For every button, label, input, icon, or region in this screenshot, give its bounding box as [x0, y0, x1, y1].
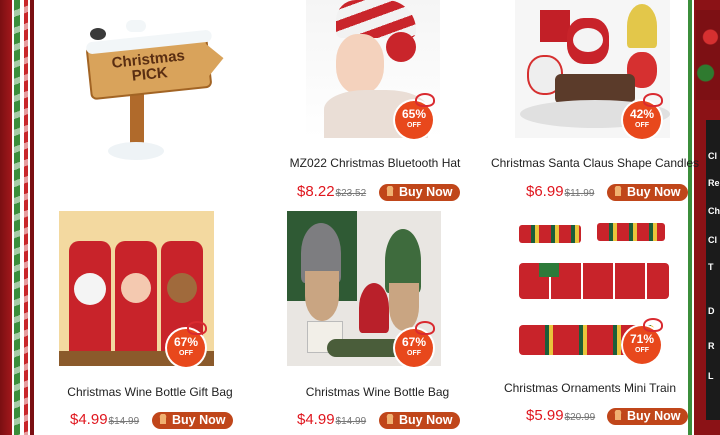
model-face: [336, 34, 384, 94]
current-price: $6.99: [526, 183, 564, 200]
buy-now-button[interactable]: Buy Now: [379, 184, 461, 201]
gingerbread-icon: [385, 414, 395, 425]
buy-now-button[interactable]: Buy Now: [607, 184, 689, 201]
bow-icon: [643, 93, 663, 107]
train-cabin: [539, 263, 559, 277]
discount-percent: 42%: [629, 107, 655, 121]
old-price: $14.99: [108, 416, 140, 427]
snow-base: [108, 142, 164, 160]
bow-icon: [415, 93, 435, 107]
side-nav-item[interactable]: T: [708, 256, 720, 278]
product-price: $4.99$14.99: [297, 411, 366, 428]
old-price: $14.99: [335, 416, 367, 427]
train-small-left: [519, 225, 581, 243]
side-nav-item[interactable]: D: [708, 300, 720, 322]
side-nav-item[interactable]: L: [708, 365, 720, 387]
buy-now-button[interactable]: Buy Now: [607, 408, 689, 425]
side-nav-item[interactable]: Ch: [708, 200, 720, 222]
gingerbread-icon: [158, 414, 168, 425]
discount-badge: 65% OFF: [395, 93, 435, 139]
gnome-beard: [389, 283, 419, 331]
bow-icon: [415, 321, 435, 335]
train-small-right: [597, 223, 665, 241]
gingerbread-icon: [385, 186, 395, 197]
discount-badge: 42% OFF: [623, 93, 663, 139]
old-price: $11.99: [564, 188, 595, 199]
discount-off-label: OFF: [179, 350, 193, 357]
current-price: $4.99: [297, 411, 335, 428]
buy-now-label: Buy Now: [172, 413, 226, 427]
discount-off-label: OFF: [635, 122, 649, 129]
product-price: $4.99$14.99: [70, 411, 139, 428]
side-nav-item[interactable]: Cl: [708, 145, 720, 167]
bird-icon: [90, 28, 106, 40]
buy-now-label: Buy Now: [399, 185, 453, 199]
product-title[interactable]: Christmas Wine Bottle Bag: [270, 385, 485, 399]
discount-percent: 67%: [401, 335, 427, 349]
discount-off-label: OFF: [407, 350, 421, 357]
gift-box: [540, 10, 570, 42]
product-title[interactable]: Christmas Wine Bottle Gift Bag: [40, 385, 260, 399]
santa-face: [573, 28, 603, 52]
current-price: $8.22: [297, 183, 335, 200]
old-price: $20.99: [564, 412, 596, 423]
product-title[interactable]: Christmas Ornaments Mini Train: [490, 381, 690, 395]
gold-tree-candle: [627, 4, 657, 48]
discount-badge: 71% OFF: [623, 318, 663, 364]
gingerbread-icon: [613, 410, 623, 421]
product-price: $6.99$11.99: [526, 183, 594, 200]
left-candy-cane-border: [0, 0, 34, 435]
product-price: $8.22$23.52: [297, 183, 366, 200]
snowman-face: [74, 273, 106, 305]
buy-now-label: Buy Now: [627, 409, 681, 423]
product-title[interactable]: Christmas Santa Claus Shape Candles: [490, 156, 700, 170]
red-gnome-hat: [359, 283, 389, 333]
discount-badge: 67% OFF: [167, 321, 207, 367]
side-nav-item[interactable]: Cl: [708, 229, 720, 251]
side-category-nav: Cl Re Ch Cl T D R L: [706, 120, 720, 420]
buy-now-button[interactable]: Buy Now: [379, 412, 461, 429]
reindeer-face: [167, 273, 197, 303]
buy-now-button[interactable]: Buy Now: [152, 412, 234, 429]
gingerbread-icon: [613, 186, 623, 197]
product-title[interactable]: MZ022 Christmas Bluetooth Hat: [280, 156, 470, 170]
discount-percent: 65%: [401, 107, 427, 121]
current-price: $4.99: [70, 411, 108, 428]
hat-pompom: [386, 32, 416, 62]
side-nav-item[interactable]: Re: [708, 172, 720, 194]
product-price: $5.99$20.99: [526, 407, 595, 424]
buy-now-label: Buy Now: [627, 185, 681, 199]
discount-percent: 71%: [629, 332, 655, 346]
current-price: $5.99: [526, 407, 564, 424]
discount-off-label: OFF: [635, 347, 649, 354]
discount-badge: 67% OFF: [395, 321, 435, 367]
gnome-beard: [305, 271, 339, 321]
santa-face: [121, 273, 151, 303]
buy-now-label: Buy Now: [399, 413, 453, 427]
bow-icon: [643, 318, 663, 332]
discount-off-label: OFF: [407, 122, 421, 129]
christmas-ornament-decoration: [696, 10, 720, 100]
old-price: $23.52: [335, 188, 367, 199]
side-nav-item[interactable]: R: [708, 335, 720, 357]
discount-percent: 67%: [173, 335, 199, 349]
bow-icon: [187, 321, 207, 335]
post-snow-cap: [126, 20, 146, 32]
